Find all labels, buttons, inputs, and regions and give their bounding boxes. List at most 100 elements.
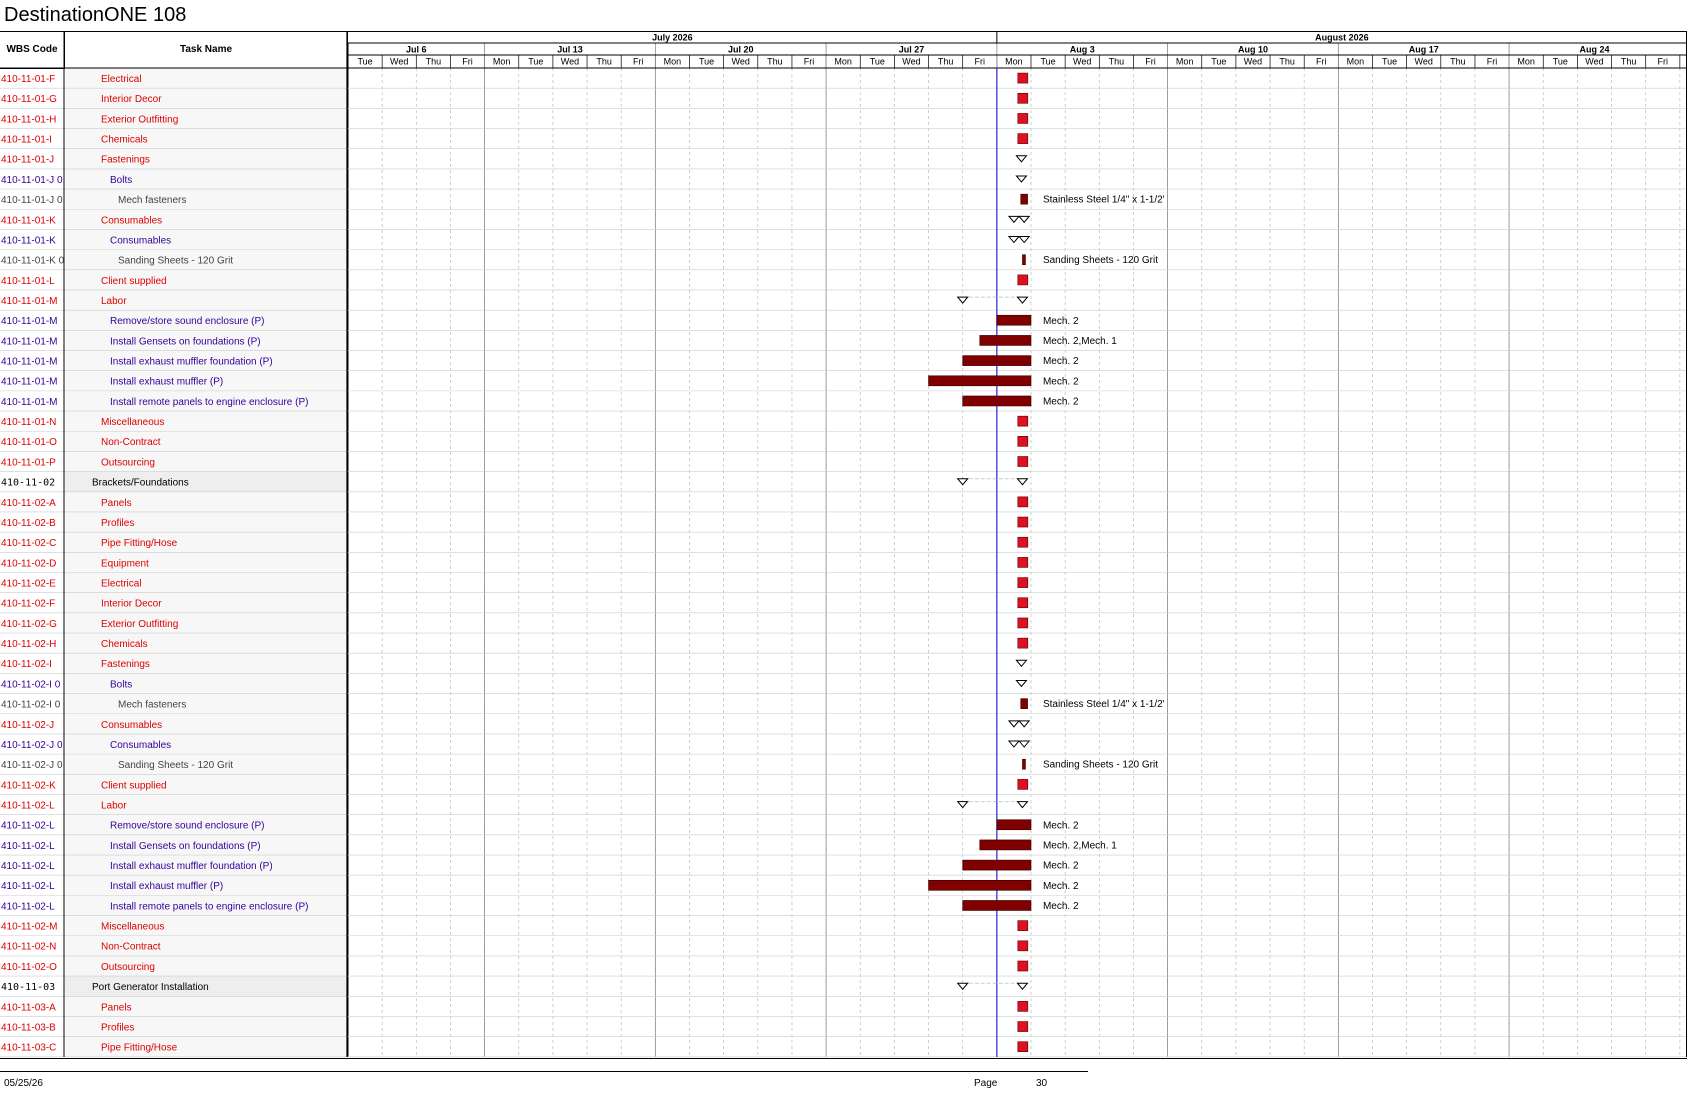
task-name-cell[interactable]: Install exhaust muffler (P) (110, 881, 223, 892)
task-bar[interactable] (962, 395, 1032, 407)
milestone-marker[interactable] (1017, 516, 1029, 528)
task-name-cell[interactable]: Bolts (110, 679, 132, 690)
wbs-cell[interactable]: 410-11-01-P (1, 457, 56, 468)
milestone-marker[interactable] (1017, 274, 1029, 286)
wbs-cell[interactable]: 410-11-01-I (1, 135, 52, 146)
wbs-cell[interactable]: 410-11-02-K (1, 780, 56, 791)
task-name-cell[interactable]: Bolts (110, 175, 132, 186)
milestone-marker[interactable] (1017, 920, 1029, 931)
milestone-marker[interactable] (1017, 133, 1029, 144)
wbs-cell[interactable]: 410-11-01-F (1, 74, 55, 85)
wbs-cell[interactable]: 410-11-02-L (1, 821, 55, 832)
task-bar[interactable] (1020, 698, 1028, 709)
wbs-cell[interactable]: 410-11-02-L (1, 800, 55, 811)
task-name-cell[interactable]: Pipe Fitting/Hose (101, 538, 178, 549)
task-name-cell[interactable]: Consumables (110, 235, 171, 246)
wbs-cell[interactable]: 410-11-02-G (1, 619, 57, 630)
task-name-cell[interactable]: Consumables (101, 215, 162, 226)
task-name-cell[interactable]: Mech fasteners (118, 195, 186, 206)
wbs-cell[interactable]: 410-11-01-M (1, 357, 58, 368)
wbs-cell[interactable]: 410-11-02-L (1, 881, 55, 892)
wbs-cell[interactable]: 410-11-01-N (1, 417, 56, 428)
task-name-cell[interactable]: Fastenings (101, 155, 150, 166)
wbs-cell[interactable]: 410-11-02-L (1, 901, 55, 912)
milestone-marker[interactable] (1017, 779, 1029, 790)
milestone-marker[interactable] (1017, 415, 1029, 427)
task-name-cell[interactable]: Install remote panels to engine enclosur… (110, 901, 308, 912)
wbs-cell[interactable]: 410-11-01-J 0 (1, 175, 63, 186)
task-name-cell[interactable]: Profiles (101, 518, 134, 529)
task-name-cell[interactable]: Chemicals (101, 135, 148, 146)
summary-marker[interactable] (1015, 155, 1028, 163)
task-bar[interactable] (1020, 193, 1028, 205)
task-name-cell[interactable]: Sanding Sheets - 120 Grit (118, 256, 233, 267)
task-name-cell[interactable]: Chemicals (101, 639, 148, 650)
wbs-cell[interactable]: 410-11-01-M (1, 316, 58, 327)
milestone-marker[interactable] (1017, 577, 1029, 588)
summary-end-marker[interactable] (1018, 236, 1031, 244)
wbs-cell[interactable]: 410-11-01-M (1, 377, 58, 388)
task-name-cell[interactable]: Outsourcing (101, 457, 155, 468)
wbs-cell[interactable]: 410-11-02-N (1, 942, 56, 953)
task-name-cell[interactable]: Interior Decor (101, 94, 162, 105)
task-name-cell[interactable]: Electrical (101, 579, 142, 590)
wbs-cell[interactable]: 410-11-02-H (1, 639, 56, 650)
task-name-cell[interactable]: Install Gensets on foundations (P) (110, 336, 261, 347)
wbs-cell[interactable]: 410-11-03-B (1, 1022, 56, 1033)
wbs-cell[interactable]: 410-11-02-I (1, 659, 52, 670)
milestone-marker[interactable] (1017, 72, 1029, 84)
wbs-cell[interactable]: 410-11-02-D (1, 558, 56, 569)
summary-end-marker[interactable] (1016, 478, 1029, 486)
task-bar[interactable] (928, 375, 1032, 387)
milestone-marker[interactable] (1017, 536, 1029, 548)
summary-start-marker[interactable] (1007, 215, 1020, 224)
task-name-cell[interactable]: Pipe Fitting/Hose (101, 1043, 178, 1054)
wbs-cell[interactable]: 410-11-02-A (1, 498, 56, 509)
summary-start-marker[interactable] (956, 801, 969, 809)
summary-start-marker[interactable] (956, 478, 969, 486)
milestone-marker[interactable] (1017, 1041, 1029, 1053)
wbs-cell[interactable]: 410-11-02-J 0 (1, 740, 63, 751)
milestone-marker[interactable] (1017, 557, 1029, 568)
summary-end-marker[interactable] (1016, 801, 1029, 809)
wbs-cell[interactable]: 410-11-02-L (1, 861, 55, 872)
wbs-cell[interactable]: 410-11-02-L (1, 841, 55, 852)
wbs-cell[interactable]: 410-11-02-M (1, 922, 58, 933)
task-name-cell[interactable]: Interior Decor (101, 599, 162, 610)
task-name-cell[interactable]: Electrical (101, 74, 142, 85)
milestone-marker[interactable] (1017, 113, 1029, 124)
task-bar[interactable] (962, 859, 1032, 871)
milestone-marker[interactable] (1017, 496, 1029, 508)
task-bar[interactable] (996, 819, 1032, 831)
task-name-cell[interactable]: Non-Contract (101, 942, 161, 953)
milestone-marker[interactable] (1017, 597, 1029, 609)
wbs-cell[interactable]: 410-11-02-O (1, 962, 57, 973)
milestone-marker[interactable] (1017, 456, 1029, 467)
wbs-cell[interactable]: 410-11-03-A (1, 1002, 56, 1013)
task-name-cell[interactable]: Sanding Sheets - 120 Grit (118, 760, 233, 771)
task-name-cell[interactable]: Outsourcing (101, 962, 155, 973)
task-name-cell[interactable]: Panels (101, 1002, 132, 1013)
task-bar[interactable] (1022, 254, 1026, 266)
wbs-cell[interactable]: 410-11-02-J (1, 720, 54, 731)
summary-marker[interactable] (1015, 175, 1028, 183)
milestone-marker[interactable] (1017, 940, 1029, 952)
wbs-cell[interactable]: 410-11-01-M (1, 336, 58, 347)
wbs-cell[interactable]: 410-11-01-G (1, 94, 57, 105)
summary-start-marker[interactable] (956, 982, 969, 990)
task-name-cell[interactable]: Exterior Outfitting (101, 114, 178, 125)
milestone-marker[interactable] (1017, 1001, 1029, 1012)
wbs-cell[interactable]: 410-11-02 (1, 478, 55, 489)
task-name-cell[interactable]: Remove/store sound enclosure (P) (110, 821, 265, 832)
task-name-cell[interactable]: Install exhaust muffler (P) (110, 377, 223, 388)
task-bar[interactable] (979, 839, 1032, 851)
task-name-cell[interactable]: Client supplied (101, 276, 167, 287)
wbs-cell[interactable]: 410-11-01-J 0 (1, 195, 63, 206)
wbs-cell[interactable]: 410-11-01-M (1, 397, 58, 408)
wbs-cell[interactable]: 410-11-01-L (1, 276, 55, 287)
wbs-cell[interactable]: 410-11-03 (1, 982, 55, 993)
task-name-cell[interactable]: Labor (101, 296, 127, 307)
summary-end-marker[interactable] (1018, 740, 1031, 748)
task-name-cell[interactable]: Port Generator Installation (92, 982, 209, 993)
task-name-cell[interactable]: Mech fasteners (118, 700, 186, 711)
